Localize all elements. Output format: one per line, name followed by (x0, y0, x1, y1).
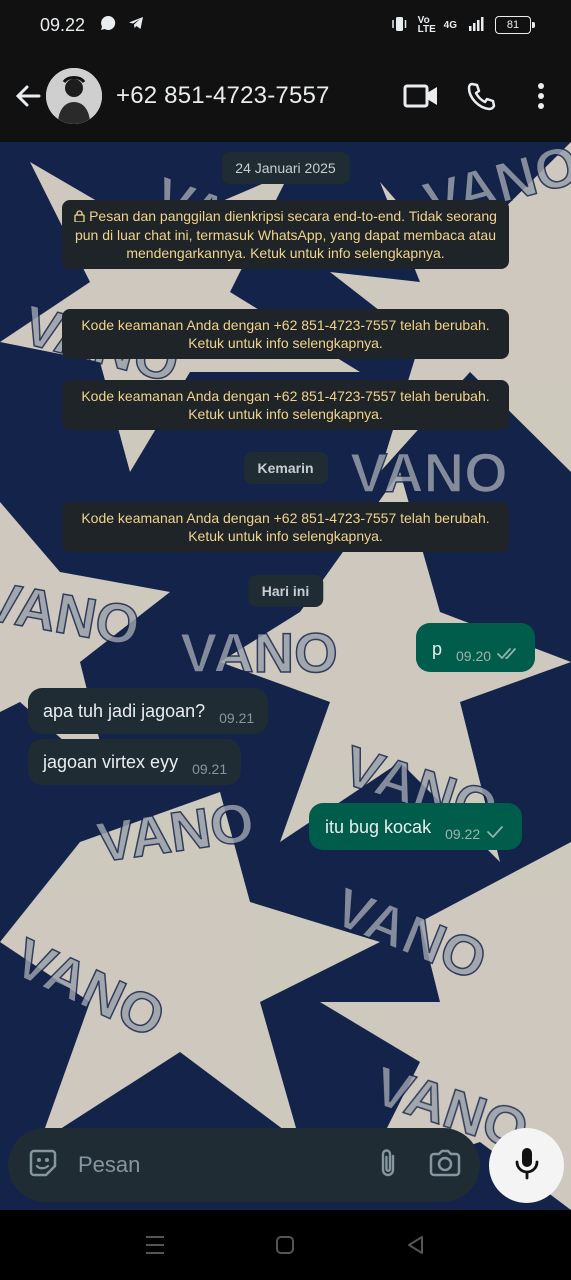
message-incoming[interactable]: apa tuh jadi jagoan? 09.21 (28, 688, 269, 734)
date-pill-first: 24 Januari 2025 (221, 152, 350, 184)
message-outgoing[interactable]: p 09.20 (416, 623, 536, 672)
chat-wallpaper: VANO VANO VANO VANO VANO VANO VANO VANO … (0, 142, 571, 1210)
security-text-1: Kode keamanan Anda dengan +62 851-4723-7… (81, 317, 490, 351)
whatsapp-icon (99, 14, 117, 37)
message-text: itu bug kocak (325, 817, 432, 837)
back-icon[interactable] (396, 1225, 436, 1265)
message-time: 09.21 (192, 761, 228, 777)
mic-button[interactable] (489, 1128, 564, 1203)
message-time: 09.22 (445, 825, 481, 842)
home-icon[interactable] (265, 1225, 305, 1265)
more-options-icon[interactable] (511, 66, 571, 126)
message-text: p (432, 639, 443, 659)
message-meta: 09.22 (445, 825, 504, 842)
telegram-icon (127, 14, 145, 37)
svg-text:VANO: VANO (350, 441, 508, 504)
security-text-2: Kode keamanan Anda dengan +62 851-4723-7… (81, 388, 490, 422)
header-actions (391, 66, 571, 126)
security-code-notice-3[interactable]: Kode keamanan Anda dengan +62 851-4723-7… (62, 502, 509, 552)
svg-text:VANO: VANO (180, 621, 338, 684)
message-input[interactable] (78, 1152, 328, 1178)
message-meta: 09.21 (219, 710, 254, 726)
back-arrow-icon[interactable] (10, 78, 46, 114)
double-check-icon (497, 647, 521, 664)
lock-icon (74, 208, 85, 226)
network-label: 4G (443, 19, 457, 31)
encryption-notice[interactable]: Pesan dan panggilan dienkripsi secara en… (62, 200, 509, 269)
video-call-icon[interactable] (391, 66, 451, 126)
chat-area[interactable]: VANO VANO VANO VANO VANO VANO VANO VANO … (0, 142, 571, 1210)
security-code-notice-1[interactable]: Kode keamanan Anda dengan +62 851-4723-7… (62, 309, 509, 359)
mic-icon (514, 1146, 540, 1185)
notification-icons (99, 14, 145, 37)
contact-avatar[interactable] (46, 68, 102, 124)
single-check-icon (486, 825, 504, 842)
chat-header: +62 851-4723-7557 (0, 50, 571, 142)
encryption-text: Pesan dan panggilan dienkripsi secara en… (74, 208, 497, 261)
date-pill-second: Kemarin (243, 452, 328, 484)
message-composer (8, 1128, 480, 1202)
battery-indicator: 81 (495, 16, 535, 34)
sticker-icon[interactable] (26, 1146, 60, 1185)
contact-name[interactable]: +62 851-4723-7557 (116, 82, 330, 110)
signal-icon (467, 15, 485, 36)
camera-icon[interactable] (428, 1148, 462, 1183)
date-pill-third: Hari ini (247, 575, 324, 607)
volte-label: Vo LTE (417, 15, 436, 35)
status-bar: 09.22 Vo LTE 4G 81 (0, 0, 571, 50)
security-code-notice-2[interactable]: Kode keamanan Anda dengan +62 851-4723-7… (62, 380, 509, 430)
message-meta: 09.21 (192, 761, 227, 777)
composer-actions (376, 1146, 462, 1185)
security-text-3: Kode keamanan Anda dengan +62 851-4723-7… (81, 510, 490, 544)
message-text: jagoan virtex eyy (43, 752, 179, 772)
status-right: Vo LTE 4G 81 (390, 15, 535, 36)
voice-call-icon[interactable] (451, 66, 511, 126)
message-time: 09.21 (219, 710, 255, 726)
status-time: 09.22 (40, 14, 86, 35)
message-time: 09.20 (456, 647, 492, 664)
message-meta: 09.20 (456, 647, 521, 664)
message-outgoing[interactable]: itu bug kocak 09.22 (309, 803, 523, 850)
message-text: apa tuh jadi jagoan? (43, 701, 206, 721)
message-incoming[interactable]: jagoan virtex eyy 09.21 (28, 739, 242, 785)
recent-apps-icon[interactable] (135, 1225, 175, 1265)
vibrate-icon (390, 15, 408, 36)
attach-icon[interactable] (376, 1146, 400, 1185)
system-nav-bar (0, 1210, 571, 1280)
